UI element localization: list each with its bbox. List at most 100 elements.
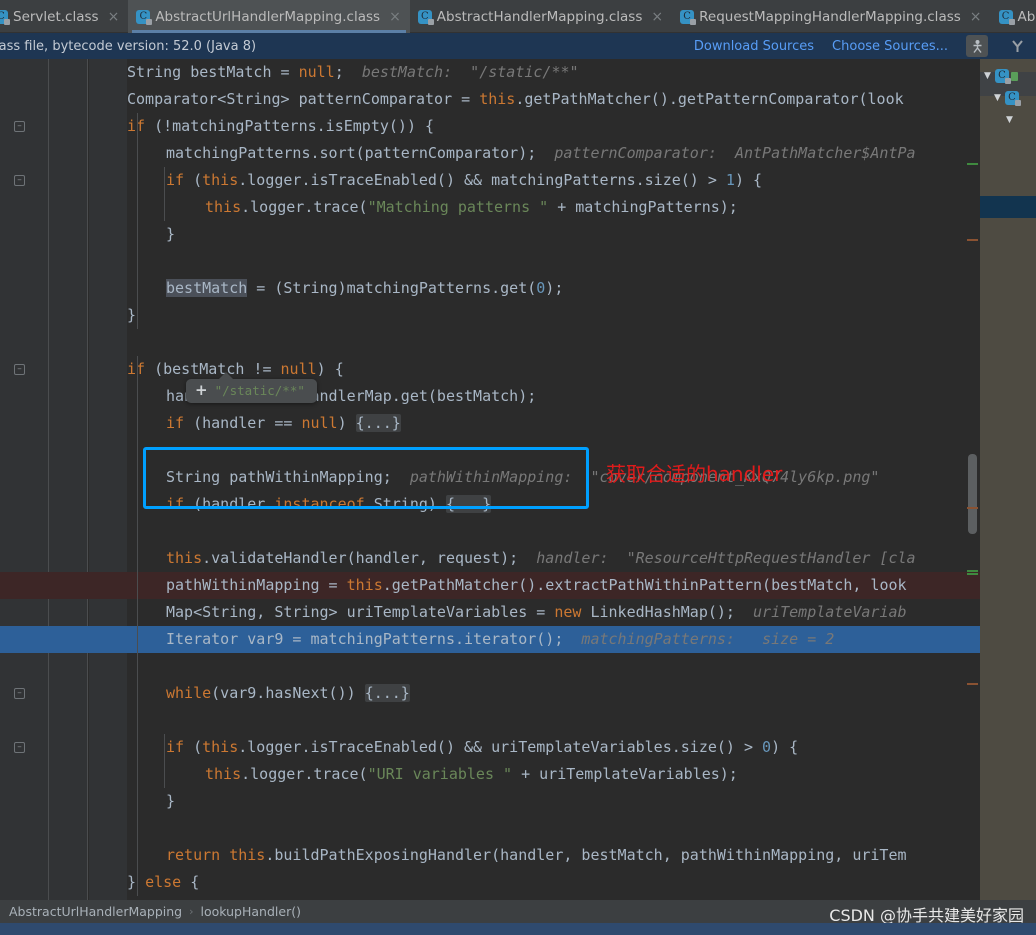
code-line[interactable]: if (handler == null) {...} xyxy=(0,410,1036,437)
code-line[interactable]: while(var9.hasNext()) {...} xyxy=(0,680,1036,707)
code-line[interactable] xyxy=(0,437,1036,464)
code-line[interactable] xyxy=(0,707,1036,734)
structure-selected-band[interactable] xyxy=(980,196,1036,218)
error-stripe-marker[interactable] xyxy=(967,683,978,685)
code-token: (handler xyxy=(184,495,275,513)
code-line[interactable]: } xyxy=(0,788,1036,815)
chevron-down-icon[interactable]: ▼ xyxy=(994,93,1001,103)
structure-row-1[interactable]: ▼ xyxy=(980,87,1036,109)
error-stripe-marker[interactable] xyxy=(967,239,978,241)
code-line[interactable]: this.validateHandler(handler, request); … xyxy=(0,545,1036,572)
editor-tab-3[interactable]: RequestMappingHandlerMapping.class × xyxy=(672,0,990,33)
code-line[interactable] xyxy=(0,329,1036,356)
code-line[interactable]: matchingPatterns.sort(patternComparator)… xyxy=(0,140,1036,167)
code-line-text: } xyxy=(127,302,136,329)
structure-row-2[interactable]: ▼ xyxy=(980,109,1036,131)
error-stripe-marker[interactable] xyxy=(967,163,978,165)
code-token: } xyxy=(166,792,176,810)
code-editor[interactable]: String bestMatch = null; bestMatch: "/st… xyxy=(0,59,1036,900)
code-token: if xyxy=(166,738,185,756)
download-sources-link[interactable]: Download Sources xyxy=(694,39,814,54)
error-stripe-marker[interactable] xyxy=(967,507,978,509)
code-line[interactable]: this.logger.trace("URI variables " + uri… xyxy=(0,761,1036,788)
chevron-down-icon[interactable]: ▼ xyxy=(984,71,991,81)
code-lines-container: String bestMatch = null; bestMatch: "/st… xyxy=(0,59,1036,900)
gutter-cell xyxy=(89,842,127,869)
gutter-cell xyxy=(89,599,127,626)
code-line-text: if (this.logger.isTraceEnabled() && uriT… xyxy=(166,734,798,761)
branch-icon[interactable] xyxy=(1006,35,1028,57)
code-line-text: while(var9.hasNext()) {...} xyxy=(166,680,410,707)
gutter-cell xyxy=(0,869,48,896)
gutter-cell xyxy=(49,653,88,680)
code-line[interactable]: if (bestMatch != null) { xyxy=(0,356,1036,383)
structure-tool-window[interactable]: ▼ ▼ ▼ xyxy=(980,59,1036,900)
value-tooltip-popup[interactable]: + "/static/**" xyxy=(186,372,317,403)
close-icon[interactable]: × xyxy=(389,10,401,24)
code-line[interactable]: Map<String, String> uriTemplateVariables… xyxy=(0,599,1036,626)
code-line[interactable]: if (!matchingPatterns.isEmpty()) { xyxy=(0,113,1036,140)
gutter-cell xyxy=(89,653,127,680)
chevron-down-icon[interactable]: ▼ xyxy=(1006,115,1013,125)
add-watch-icon[interactable]: + xyxy=(195,383,208,398)
code-token: null xyxy=(280,360,317,378)
close-icon[interactable]: × xyxy=(970,10,982,24)
editor-tab-1[interactable]: AbstractUrlHandlerMapping.class × xyxy=(128,0,410,33)
code-token: { xyxy=(181,873,200,891)
code-line[interactable] xyxy=(0,248,1036,275)
code-line[interactable]: Iterator var9 = matchingPatterns.iterato… xyxy=(0,626,1036,653)
gutter-cell xyxy=(49,545,88,572)
code-token: .logger.isTraceEnabled() && uriTemplateV… xyxy=(238,738,763,756)
code-line[interactable] xyxy=(0,815,1036,842)
scrollbar-thumb[interactable] xyxy=(968,454,977,534)
gutter-cell xyxy=(0,167,48,194)
close-icon[interactable]: × xyxy=(108,10,120,24)
gutter-cell xyxy=(49,194,88,221)
gutter-cell xyxy=(0,356,48,383)
code-line[interactable]: String pathWithinMapping; pathWithinMapp… xyxy=(0,464,1036,491)
choose-sources-link[interactable]: Choose Sources... xyxy=(832,39,948,54)
editor-scrollbar[interactable] xyxy=(966,118,980,900)
code-line[interactable]: if (this.logger.isTraceEnabled() && uriT… xyxy=(0,734,1036,761)
code-line[interactable]: bestMatch = (String)matchingPatterns.get… xyxy=(0,275,1036,302)
editor-tab-0[interactable]: Servlet.class × xyxy=(0,0,128,33)
breadcrumb-method[interactable]: lookupHandler() xyxy=(201,904,301,919)
code-line[interactable]: Comparator<String> patternComparator = t… xyxy=(0,86,1036,113)
code-token: else xyxy=(145,873,182,891)
error-stripe-marker[interactable] xyxy=(967,570,978,572)
code-line[interactable]: if (this.logger.isTraceEnabled() && matc… xyxy=(0,167,1036,194)
gutter-cell xyxy=(89,545,127,572)
code-token: return xyxy=(166,846,221,864)
editor-tab-4[interactable]: AbstractHand xyxy=(991,0,1036,33)
editor-tab-2[interactable]: AbstractHandlerMapping.class × xyxy=(410,0,672,33)
code-token: ; xyxy=(334,63,362,81)
code-line[interactable]: this.logger.trace("Matching patterns " +… xyxy=(0,194,1036,221)
code-line[interactable]: } else { xyxy=(0,869,1036,896)
code-line-text: Map<String, String> uriTemplateVariables… xyxy=(166,599,907,626)
code-line[interactable]: if (handler instanceof String) {...} xyxy=(0,491,1036,518)
code-line-text: this.logger.trace("Matching patterns " +… xyxy=(205,194,738,221)
code-line[interactable]: } xyxy=(0,221,1036,248)
gutter-cell xyxy=(0,653,48,680)
code-token: null xyxy=(301,414,338,432)
code-line[interactable]: handler = this.handlerMap.get(bestMatch)… xyxy=(0,383,1036,410)
error-stripe-marker[interactable] xyxy=(967,573,978,575)
code-token: {...} xyxy=(355,414,401,432)
gutter-cell xyxy=(0,383,48,410)
code-token: uriTemplateVariab xyxy=(753,603,907,621)
code-line[interactable] xyxy=(0,653,1036,680)
structure-row-0[interactable]: ▼ xyxy=(980,65,1036,87)
gutter-cell xyxy=(0,707,48,734)
annotation-label: 获取合适的handler xyxy=(606,462,783,486)
close-icon[interactable]: × xyxy=(651,10,663,24)
code-token: while xyxy=(166,684,212,702)
code-line[interactable]: String bestMatch = null; bestMatch: "/st… xyxy=(0,59,1036,86)
code-token: this xyxy=(202,738,239,756)
breadcrumb-class[interactable]: AbstractUrlHandlerMapping xyxy=(9,904,182,919)
code-line[interactable]: pathWithinMapping = this.getPathMatcher(… xyxy=(0,572,1036,599)
code-token: "URI variables " xyxy=(367,765,513,783)
structure-walker-icon[interactable] xyxy=(966,35,988,57)
code-line[interactable]: return this.buildPathExposingHandler(han… xyxy=(0,842,1036,869)
code-line[interactable]: } xyxy=(0,302,1036,329)
code-line[interactable] xyxy=(0,518,1036,545)
